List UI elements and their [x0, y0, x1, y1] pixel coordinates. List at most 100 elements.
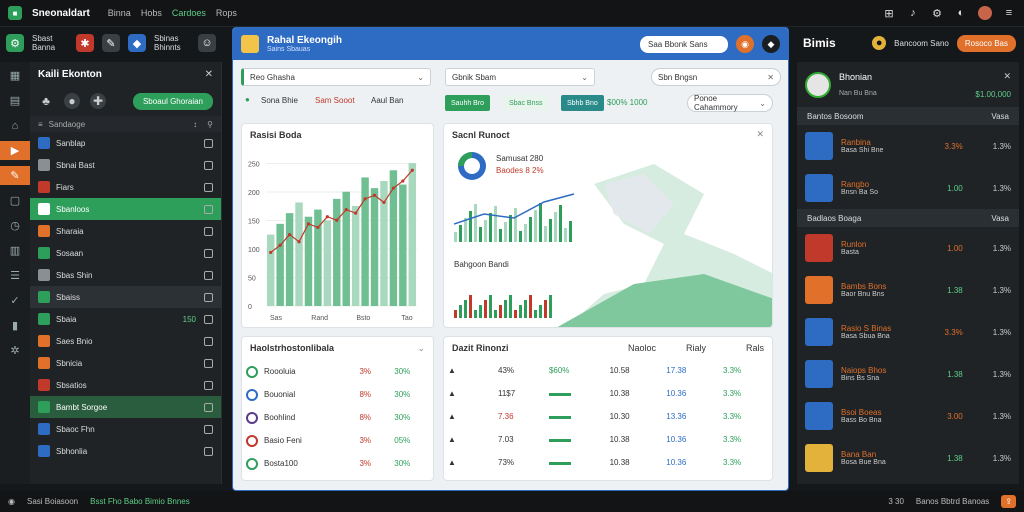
share-icon[interactable]: ⇪ [1001, 495, 1016, 508]
menu-item-1[interactable]: Binna [108, 8, 131, 18]
gear-icon[interactable]: ⚙ [6, 34, 24, 52]
checkbox[interactable] [204, 314, 213, 324]
checkbox[interactable] [204, 204, 213, 214]
table-row[interactable]: ▲ 7.36 10.30 13.36 3.3% [444, 405, 772, 428]
list-item[interactable]: Fiars [30, 176, 221, 198]
list-item[interactable]: Bambs Bons Baor Bnu Bns 1.38 1.3% [797, 269, 1019, 311]
rail-chart-icon[interactable]: ▦ [0, 66, 30, 85]
close-icon[interactable]: ✕ [205, 69, 213, 80]
tool-icon[interactable]: ✎ [102, 34, 120, 52]
filter-select-2[interactable]: Gbnik Sbam ⌄ [445, 68, 595, 86]
grid-icon[interactable]: ⊞ [882, 6, 896, 20]
list-item[interactable]: Sbas Shin [30, 264, 221, 286]
checkbox[interactable] [204, 182, 213, 192]
sort-icon[interactable]: ↕ [193, 120, 197, 129]
rail-play-icon[interactable]: ▶ [0, 141, 30, 160]
table-row[interactable]: Boohlind 8% 30% [242, 406, 433, 429]
wrench-icon[interactable]: ✚ [90, 93, 106, 109]
user-menu-icon[interactable]: ◆ [762, 35, 780, 53]
rail-grid-icon[interactable]: ▤ [0, 91, 30, 110]
list-item[interactable]: Sbnicia [30, 352, 221, 374]
avatar[interactable] [978, 6, 992, 20]
checkbox[interactable] [204, 336, 213, 346]
list-item[interactable]: Sbsatios [30, 374, 221, 396]
list-item[interactable]: Sbhonlia [30, 440, 221, 462]
mini-bar [564, 228, 567, 242]
list-item[interactable]: Saes Bnio [30, 330, 221, 352]
table-row[interactable]: Bouonial 8% 30% [242, 383, 433, 406]
table-row[interactable]: Basio Feni 3% 05% [242, 429, 433, 452]
rail-home-icon[interactable]: ⌂ [0, 116, 30, 135]
right-button[interactable]: Rosoco Bas [956, 34, 1016, 52]
list-item[interactable]: Sbanloos [30, 198, 221, 220]
coin-icon[interactable]: ● [872, 36, 887, 50]
list-item[interactable]: Rangbo Bnsn Ba So 1.00 1.3% [797, 167, 1019, 209]
list-item[interactable]: Sosaan [30, 242, 221, 264]
table-row[interactable]: ▲ 43% $60% 10.58 17.38 3.3% [444, 359, 772, 382]
chip-2[interactable]: Sbac Bnss [503, 95, 549, 111]
rail-layout-icon[interactable]: ▥ [0, 241, 30, 260]
table-row[interactable]: ▲ 11$7 10.38 10.36 3.3% [444, 382, 772, 405]
list-item[interactable]: Naiops Bhos Bins Bs Sna 1.38 1.3% [797, 353, 1019, 395]
shield-icon[interactable]: ◆ [128, 34, 146, 52]
table-row[interactable]: Bosta100 3% 30% [242, 452, 433, 475]
rail-edit-icon[interactable]: ✎ [0, 166, 30, 185]
list-item[interactable]: Sbaiss [30, 286, 221, 308]
puzzle-icon[interactable]: ✱ [76, 34, 94, 52]
user-avatar[interactable] [805, 71, 831, 98]
filter-select-1[interactable]: Reo Ghasha ⌄ [241, 68, 431, 86]
list-item[interactable]: Sharaia [30, 220, 221, 242]
list-item[interactable]: Sbnai Bast [30, 154, 221, 176]
table-row[interactable]: ▲ 73% 10.38 10.36 3.3% [444, 451, 772, 474]
menu-icon[interactable]: ≡ [1002, 6, 1016, 20]
moon-icon[interactable]: ◐ [954, 6, 968, 20]
checkbox[interactable] [204, 446, 213, 456]
close-icon[interactable]: ✕ [975, 71, 1011, 82]
pin-icon[interactable]: ⚲ [207, 120, 213, 129]
checkbox[interactable] [204, 424, 213, 434]
list-item[interactable]: Rasio S Binas Basa Sbua Bna 3.3% 1.3% [797, 311, 1019, 353]
list-item[interactable]: Sanblap [30, 132, 221, 154]
list-item[interactable]: Sbaoc Fhn [30, 418, 221, 440]
rail-gear-icon[interactable]: ✲ [0, 341, 30, 360]
settings-icon[interactable]: ⚙ [930, 6, 944, 20]
github-icon[interactable]: ◉ [8, 497, 15, 506]
list-item[interactable]: Sbaia 150 [30, 308, 221, 330]
checkbox[interactable] [204, 270, 213, 280]
action-button[interactable]: Sboaul Ghoraian [132, 92, 213, 110]
rail-check-icon[interactable]: ✓ [0, 291, 30, 310]
user-icon[interactable]: ☺ [198, 34, 216, 52]
chip-3[interactable]: Sbhb Bno [561, 95, 604, 111]
bell-icon[interactable]: ♪ [906, 6, 920, 20]
list-item[interactable]: Runlon Basta 1.00 1.3% [797, 227, 1019, 269]
checkbox[interactable] [204, 160, 213, 170]
chip-1[interactable]: Sauhh Bro [445, 95, 491, 111]
checkbox[interactable] [204, 292, 213, 302]
rail-list-icon[interactable]: ☰ [0, 266, 30, 285]
checkbox[interactable] [204, 358, 213, 368]
list-item[interactable]: Bambt Sorgoe [30, 396, 221, 418]
rail-clock-icon[interactable]: ◷ [0, 216, 30, 235]
checkbox[interactable] [204, 138, 213, 148]
list-item[interactable]: Bana Ban Bosa Bue Bna 1.38 1.3% [797, 437, 1019, 479]
menu-item-3[interactable]: Cardoes [172, 8, 206, 18]
checkbox[interactable] [204, 380, 213, 390]
checkbox[interactable] [204, 402, 213, 412]
list-item[interactable]: Ranbina Basa Shi Bne 3.3% 1.3% [797, 125, 1019, 167]
dropdown-select[interactable]: Ponoe Cahammory ⌄ [687, 94, 773, 112]
coin-icon[interactable]: ● [64, 93, 80, 109]
table-row[interactable]: ▲ 7.03 10.38 10.36 3.3% [444, 428, 772, 451]
search-input[interactable] [640, 35, 728, 53]
checkbox[interactable] [204, 226, 213, 236]
rail-bars-icon[interactable]: ▮ [0, 316, 30, 335]
filter-select-3[interactable]: Sbn Bngsn ✕ [651, 68, 781, 86]
table-row[interactable]: Roooluia 3% 30% [242, 360, 433, 383]
rail-square-icon[interactable]: ▢ [0, 191, 30, 210]
checkbox[interactable] [204, 248, 213, 258]
chevron-down-icon[interactable]: ⌄ [417, 343, 425, 354]
alert-icon[interactable]: ◉ [736, 35, 754, 53]
list-item[interactable]: Bsoi Boeas Bass Bo Bna 3.00 1.3% [797, 395, 1019, 437]
tree-icon[interactable]: ♣ [38, 93, 54, 109]
menu-item-4[interactable]: Rops [216, 8, 237, 18]
menu-item-2[interactable]: Hobs [141, 8, 162, 18]
